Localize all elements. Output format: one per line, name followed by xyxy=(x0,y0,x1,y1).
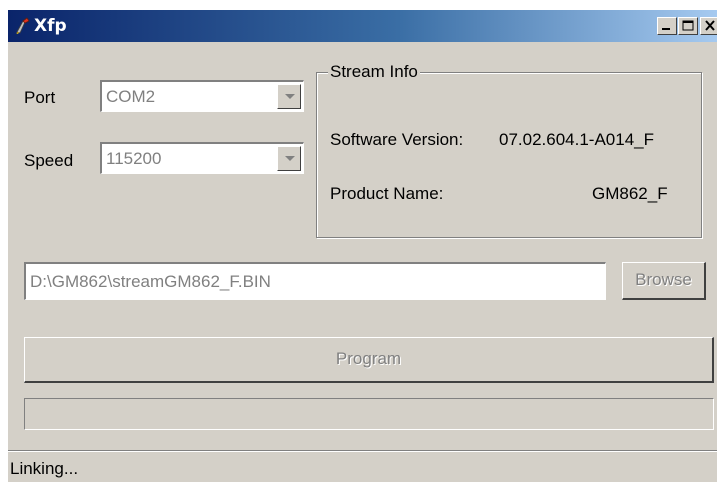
status-text: Linking... xyxy=(10,459,79,478)
minimize-button[interactable] xyxy=(657,17,677,35)
port-select[interactable]: COM2 xyxy=(100,80,304,112)
port-label: Port xyxy=(24,88,56,107)
app-icon xyxy=(16,17,30,34)
minimize-icon xyxy=(662,28,670,30)
browse-button[interactable]: Browse xyxy=(622,262,706,300)
window-title: Xfp xyxy=(34,16,67,36)
port-dropdown-button[interactable] xyxy=(277,84,301,109)
file-path-text: D:\GM862\streamGM862_F.BIN xyxy=(30,272,271,291)
title-bar[interactable]: Xfp xyxy=(8,10,717,42)
speed-dropdown-button[interactable] xyxy=(277,146,301,171)
port-value: COM2 xyxy=(106,87,156,106)
program-button[interactable]: Program xyxy=(24,337,714,383)
speed-label: Speed xyxy=(24,151,74,170)
maximize-icon xyxy=(682,20,694,31)
stream-info-title: Stream Info xyxy=(328,62,420,82)
software-version-label: Software Version: xyxy=(330,130,464,149)
stream-info-group xyxy=(316,72,702,238)
maximize-button[interactable] xyxy=(678,17,698,35)
speed-select[interactable]: 115200 xyxy=(100,142,304,174)
xfp-window: Xfp Port COM2 Speed 115200 Stream Info S… xyxy=(7,10,717,482)
progress-bar xyxy=(24,398,714,430)
chevron-down-icon xyxy=(285,156,295,161)
status-bar: Linking... xyxy=(8,450,717,482)
file-path-field[interactable]: D:\GM862\streamGM862_F.BIN xyxy=(24,262,606,300)
speed-value: 115200 xyxy=(106,149,162,168)
product-name-value: GM862_F xyxy=(592,184,668,203)
chevron-down-icon xyxy=(285,94,295,99)
close-button[interactable] xyxy=(700,17,717,35)
product-name-label: Product Name: xyxy=(330,184,444,203)
close-icon xyxy=(705,20,715,31)
software-version-value: 07.02.604.1-A014_F xyxy=(499,130,655,149)
